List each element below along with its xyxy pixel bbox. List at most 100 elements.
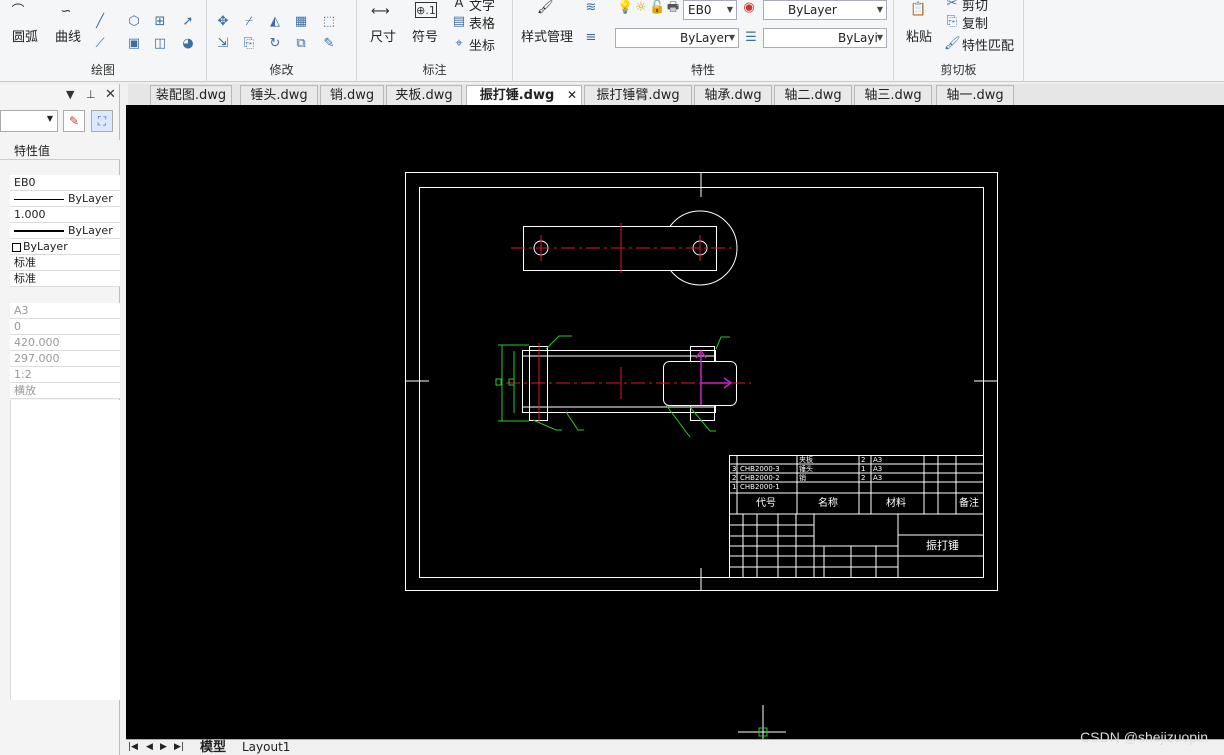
color-value: ByLayer [788,3,837,17]
wipeout-tool-icon[interactable]: ◫ [152,36,168,52]
tab-hammer-head[interactable]: 锤头.dwg [240,85,318,105]
properties-group: 🖌 样式管理 ≋ 💡 ☼ 🔓 🖶 EB0 ▼ ◉ ByLayer ▼ ≡ ByLay… [513,0,894,82]
cut-button[interactable]: 剪切 [962,0,988,14]
pin-icon[interactable]: ⊥ [86,88,96,101]
leader-bottom-right-1 [665,404,691,438]
match-properties-icon: 🖌 [944,36,961,51]
last-layout-icon[interactable]: ▶| [174,740,184,755]
chevron-down-icon: ▼ [728,33,735,42]
watermark: CSDN @shejizuopin [1080,729,1208,745]
arc-button[interactable]: 圆弧 [12,26,38,45]
ray-tool-icon[interactable]: ⟋ [92,36,108,52]
close-icon[interactable]: ✕ [105,87,116,102]
layer-dropdown[interactable]: EB0 ▼ [683,0,737,20]
paste-button[interactable]: 粘贴 [906,26,932,45]
offset-icon[interactable]: ⧉ [293,36,309,52]
table-button[interactable]: 表格 [469,13,495,32]
prop-linetype[interactable]: ByLayer [10,191,120,207]
trim-icon[interactable]: ⌿ [241,14,257,30]
stretch-icon[interactable]: ⇲ [215,36,231,52]
lineweight-value: ByLayi [838,31,878,45]
tab-model[interactable]: 模型 [200,740,226,755]
tab-hammer-arm[interactable]: 振打锤臂.dwg [584,85,692,105]
prop-lineweight-value: ByLayer [68,224,113,237]
bulb-icon[interactable]: 💡 [617,0,633,16]
copy-obj-icon[interactable]: ⎘ [241,36,257,52]
tab-pin[interactable]: 销.dwg [320,85,384,105]
tab-shaft-1[interactable]: 轴一.dwg [936,85,1014,105]
tab-assembly[interactable]: 装配图.dwg [150,85,232,105]
drawing-canvas[interactable]: 3 2 1 CHB2000-3 CHB2000-2 CHB2000-1 夹板 锤… [126,105,1224,739]
dimension-button[interactable]: 尺寸 [370,26,396,45]
color-dropdown[interactable]: ByLayer ▼ [763,0,887,20]
next-layout-icon[interactable]: ▶ [160,740,167,755]
symbol-button[interactable]: 符号 [412,26,438,45]
sphere-tool-icon[interactable]: ◕ [180,36,196,52]
color-wheel-icon[interactable]: ◉ [741,0,757,16]
text-button[interactable]: 文字 [469,0,495,14]
object-select-dropdown[interactable]: ▼ [0,110,58,132]
curve-button[interactable]: 曲线 [55,26,81,45]
prop-layer[interactable]: EB0 [10,175,120,191]
prev-layout-icon[interactable]: ◀ [146,740,153,755]
code-2: CHB2000-2 [740,474,780,482]
line-tool-icon[interactable]: ╱ [92,14,108,30]
qty-2: 1 [861,465,865,473]
drawing-svg: 3 2 1 CHB2000-3 CHB2000-2 CHB2000-1 夹板 锤… [405,172,998,739]
mirror-icon[interactable]: ◭ [267,14,283,30]
first-layout-icon[interactable]: |◀ [128,740,138,755]
tab-shaft-2[interactable]: 轴二.dwg [774,85,852,105]
lineweight-icon[interactable]: ≡ [583,30,599,46]
prop-dimstyle[interactable]: 标准 [10,271,120,287]
sun-icon[interactable]: ☼ [633,0,649,16]
prop-width: 420.000 [10,335,120,351]
tab-rapping-hammer-label: 振打锤.dwg [479,88,555,103]
boundary-tool-icon[interactable]: ▣ [126,36,142,52]
chevron-down-icon: ▼ [876,5,883,14]
coordinate-button[interactable]: 坐标 [469,35,495,54]
panel-menu-icon[interactable]: ▼ [66,88,74,101]
region-tool-icon[interactable]: ⬡ [126,14,142,30]
lock-icon[interactable]: 🔓 [649,0,665,16]
table-tool-icon[interactable]: ⊞ [152,14,168,30]
name-3: 夹板 [799,455,813,464]
prop-orientation: 横放 [10,383,120,399]
copy-button[interactable]: 复制 [962,13,988,32]
tab-shaft-3[interactable]: 轴三.dwg [854,85,932,105]
front-view [495,335,751,438]
linetype-value: ByLayer [680,31,729,45]
arrow-tool-icon[interactable]: ➚ [180,14,196,30]
lineweight-dropdown[interactable]: ByLayi ▼ [763,28,887,48]
edit-icon[interactable]: ✎ [321,36,337,52]
rotate-icon[interactable]: ↻ [267,36,283,52]
prop-color[interactable]: ByLayer [10,239,120,255]
qty-3: 2 [861,456,865,464]
print-icon[interactable]: 🖶 [665,0,681,16]
quick-select-icon[interactable]: ⛶ [91,110,113,132]
text-icon: A [454,0,464,11]
tab-layout1[interactable]: Layout1 [242,740,290,755]
chevron-down-icon: ▼ [726,5,733,14]
prop-rotation: 0 [10,319,120,335]
cad-app: ⌒ 圆弧 ∽ 曲线 ╱ ⟋ ⬡ ▣ ⊞ ◫ ➚ ◕ 绘图 ✥ ⇲ ⌿ ⎘ ◭ ↻… [0,0,1224,755]
layer-states-icon[interactable]: ≋ [583,0,599,16]
lineweight-list-icon[interactable]: ☰ [743,30,759,46]
name-2: 锤头 [799,464,813,473]
tab-rapping-hammer[interactable]: 振打锤.dwg ✕ [466,85,582,105]
tab-bearing[interactable]: 轴承.dwg [694,85,772,105]
linetype-dropdown[interactable]: ByLayer ▼ [615,28,739,48]
draw-group: ⌒ 圆弧 ∽ 曲线 ╱ ⟋ ⬡ ▣ ⊞ ◫ ➚ ◕ 绘图 [0,0,207,82]
tab-clamp[interactable]: 夹板.dwg [386,85,462,105]
array-icon[interactable]: ▦ [293,14,309,30]
tab-close-icon[interactable]: ✕ [567,86,577,105]
match-properties-button[interactable]: 特性匹配 [962,35,1014,54]
toggle-pickadd-icon[interactable]: ✎ [63,110,85,132]
move-icon[interactable]: ✥ [215,14,231,30]
prop-lineweight[interactable]: ByLayer [10,223,120,239]
leader-top-left [545,335,572,350]
mat-3: A3 [873,456,882,464]
explode-icon[interactable]: ⬚ [321,14,337,30]
style-manager-button[interactable]: 样式管理 [521,26,573,45]
prop-linescale[interactable]: 1.000 [10,207,120,223]
prop-textstyle[interactable]: 标准 [10,255,120,271]
